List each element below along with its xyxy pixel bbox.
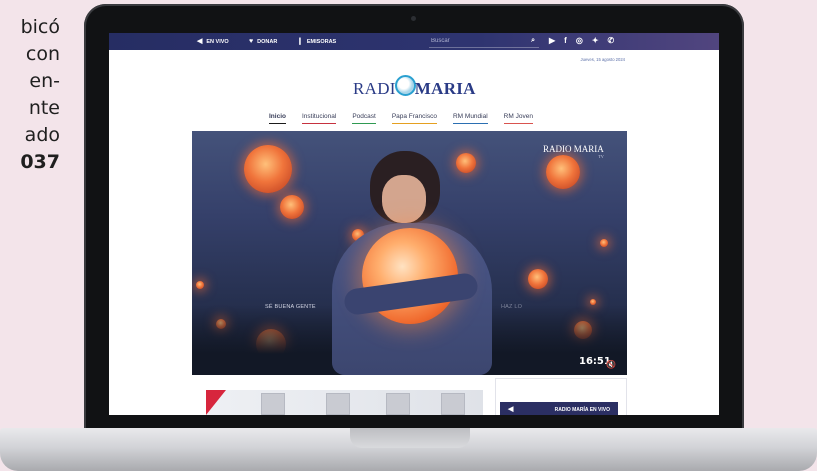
article-text-fragment: bicó con en- nte ado 037 xyxy=(0,14,60,176)
lantern xyxy=(244,145,292,193)
photo-frame xyxy=(386,393,410,415)
hero-video[interactable]: SÉ BUENA GENTE HAZ LO RADIO MARIA TV 16:… xyxy=(192,131,627,375)
microphone-icon: ❙ xyxy=(297,38,303,45)
video-caption-right: HAZ LO xyxy=(501,304,523,310)
article-thumbnail[interactable] xyxy=(206,390,483,415)
search-icon[interactable]: ⌕ xyxy=(531,37,535,45)
live-label: RADIO MARÍA EN VIVO xyxy=(554,406,610,413)
heart-icon: ♥ xyxy=(249,38,254,45)
video-logo: RADIO MARIA TV xyxy=(543,144,604,159)
donar-label: DONAR xyxy=(257,38,278,45)
search-box: ⌕ xyxy=(429,36,539,48)
text-line: bicó xyxy=(20,16,60,38)
text-line: con xyxy=(25,43,60,65)
globe-icon xyxy=(394,75,416,96)
video-logo-sub: TV xyxy=(598,154,604,159)
text-line: en- xyxy=(29,70,60,92)
text-line-bold: 037 xyxy=(20,151,60,173)
laptop-notch xyxy=(350,428,470,448)
emisoras-label: EMISORAS xyxy=(306,38,337,45)
youtube-icon[interactable]: ▶ xyxy=(549,36,555,45)
photo-frame xyxy=(326,393,350,415)
top-bar: ◀ EN VIVO ♥ DONAR ❙ EMISORAS ⌕ ▶ f ◎ ✦ ✆ xyxy=(109,33,719,50)
nav-item-institucional[interactable]: Institucional xyxy=(301,113,337,124)
site-logo[interactable]: RADI MARIA xyxy=(353,75,476,99)
text-line: ado xyxy=(24,124,60,146)
facebook-icon[interactable]: f xyxy=(564,36,567,45)
logo-text-left: RADI xyxy=(353,79,396,98)
search-input[interactable] xyxy=(429,36,521,46)
video-logo-text: RADIO MARIA xyxy=(543,144,604,154)
nav-item-papa-francisco[interactable]: Papa Francisco xyxy=(391,113,437,124)
webcam xyxy=(411,16,416,21)
woman-face xyxy=(382,175,426,223)
lantern xyxy=(280,195,304,219)
social-links: ▶ f ◎ ✦ ✆ xyxy=(549,36,614,45)
laptop-screen: ◀ EN VIVO ♥ DONAR ❙ EMISORAS ⌕ ▶ f ◎ ✦ ✆… xyxy=(109,33,719,415)
logo-text-right: MARIA xyxy=(414,79,476,98)
nav-item-rm-mundial[interactable]: RM Mundial xyxy=(452,113,488,124)
speaker-icon: ◀ xyxy=(197,38,203,45)
main-nav: Inicio Institucional Podcast Papa Franci… xyxy=(269,113,533,124)
mute-icon[interactable]: 🔇 xyxy=(606,360,616,369)
emisoras-link[interactable]: ❙ EMISORAS xyxy=(297,38,336,45)
nav-item-rm-joven[interactable]: RM Joven xyxy=(503,113,533,124)
date-text: Jueves, 15 agosto 2024 xyxy=(580,57,625,62)
red-corner-accent xyxy=(206,390,226,415)
lantern xyxy=(456,153,476,173)
nav-item-podcast[interactable]: Podcast xyxy=(352,113,376,124)
lantern xyxy=(546,155,580,189)
donar-link[interactable]: ♥ DONAR xyxy=(249,38,277,45)
whatsapp-icon[interactable]: ✆ xyxy=(608,36,615,45)
instagram-icon[interactable]: ◎ xyxy=(576,36,583,45)
lantern xyxy=(600,239,608,247)
nav-item-inicio[interactable]: Inicio xyxy=(269,113,286,124)
photo-frame xyxy=(441,393,465,415)
photo-frame xyxy=(261,393,285,415)
lantern xyxy=(528,269,548,289)
speaker-icon: ◀ xyxy=(508,406,514,413)
text-line: nte xyxy=(28,97,60,119)
en-vivo-label: EN VIVO xyxy=(206,38,229,45)
en-vivo-link[interactable]: ◀ EN VIVO xyxy=(197,38,229,45)
live-radio-button[interactable]: ◀ RADIO MARÍA EN VIVO xyxy=(500,402,618,415)
twitter-icon[interactable]: ✦ xyxy=(592,36,599,45)
lantern xyxy=(196,281,204,289)
video-caption-left: SÉ BUENA GENTE xyxy=(265,304,316,310)
